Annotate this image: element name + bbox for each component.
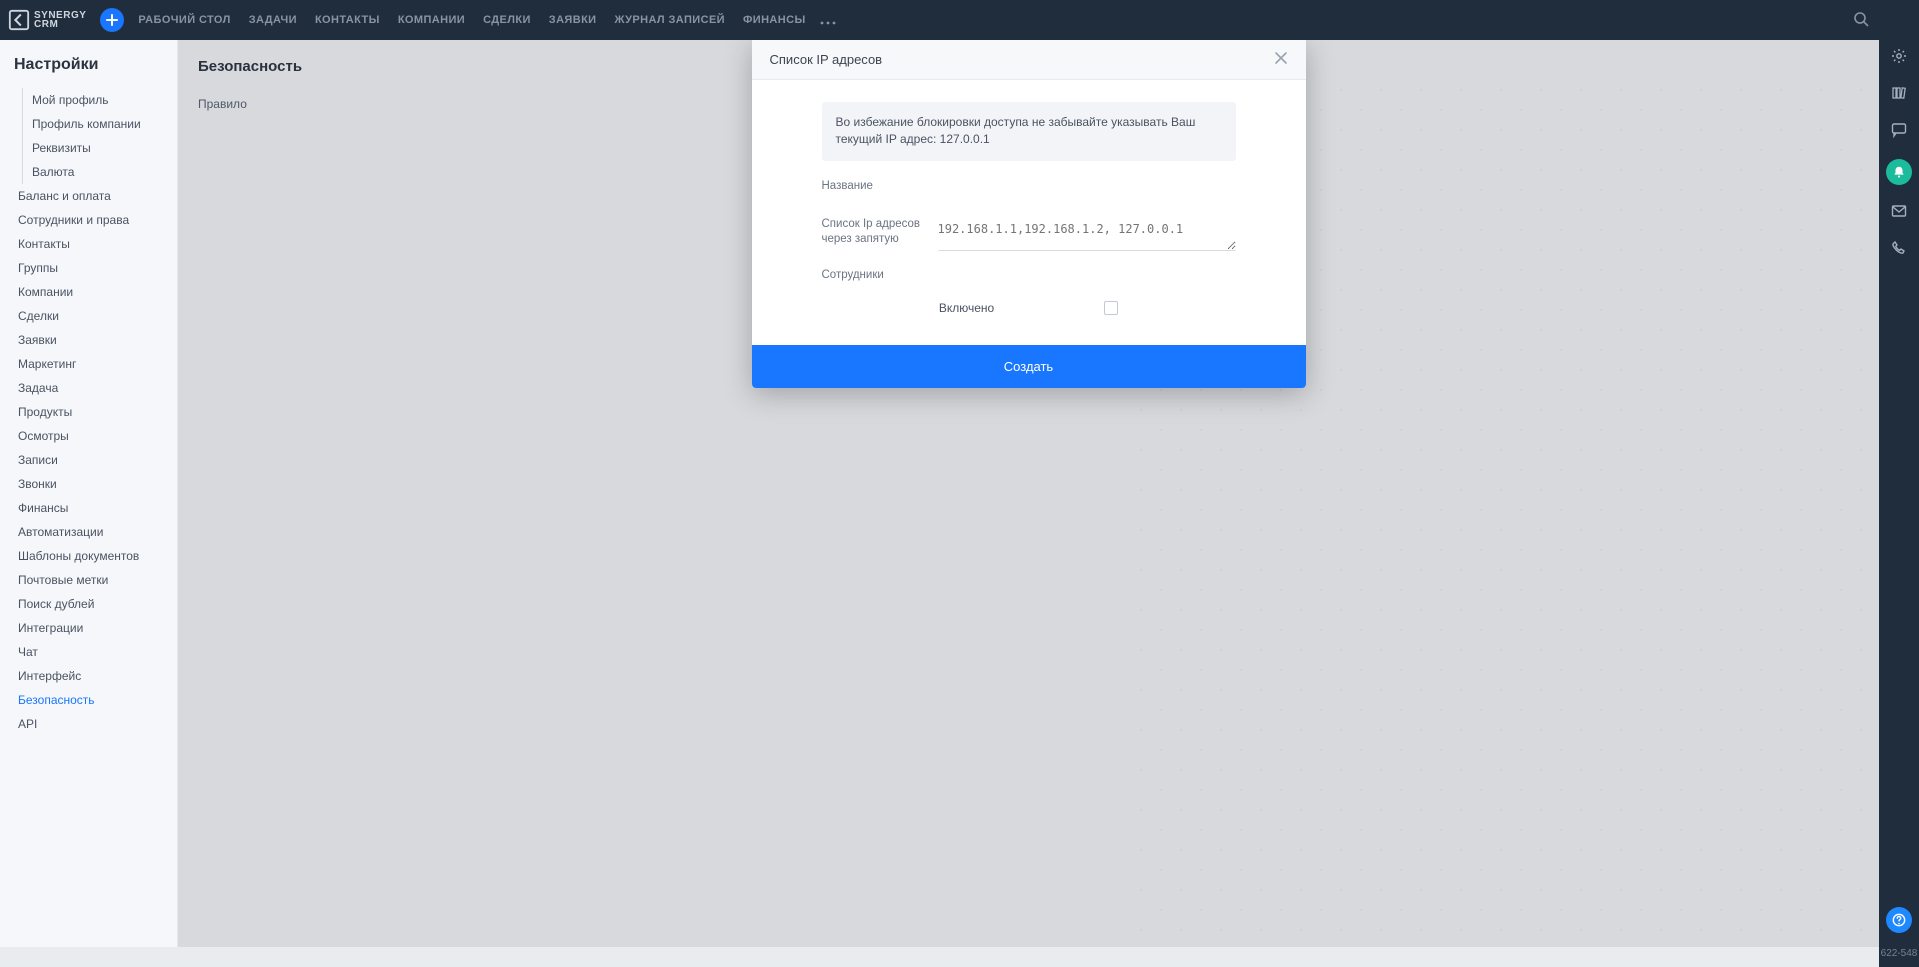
sidebar-item-22[interactable]: API: [0, 712, 177, 736]
modal-title: Список IP адресов: [770, 52, 883, 67]
bell-icon: [1892, 165, 1906, 179]
sidebar-item-18[interactable]: Интеграции: [0, 616, 177, 640]
modal-close-button[interactable]: [1274, 51, 1288, 68]
enabled-label: Включено: [939, 301, 994, 315]
content: Безопасность Правило Список IP адресов В…: [178, 40, 1879, 947]
sidebar-item-16[interactable]: Почтовые метки: [0, 568, 177, 592]
book-icon: [1891, 85, 1907, 101]
topnav-item-5[interactable]: ЗАЯВКИ: [549, 14, 597, 26]
add-button[interactable]: [100, 8, 124, 32]
field-name-input[interactable]: [938, 179, 1236, 203]
logo-icon: [8, 9, 30, 31]
sidebar-item-9[interactable]: Продукты: [0, 400, 177, 424]
sidebar-item-12[interactable]: Звонки: [0, 472, 177, 496]
modal-submit-button[interactable]: Создать: [752, 345, 1306, 388]
topnav-item-2[interactable]: КОНТАКТЫ: [315, 14, 380, 26]
topnav-item-7[interactable]: ФИНАНСЫ: [743, 14, 806, 26]
right-rail: 622-548: [1879, 0, 1919, 967]
sidebar-item-4[interactable]: Компании: [0, 280, 177, 304]
field-iplist-label: Список Ip адресов через запятую: [822, 217, 922, 248]
logo[interactable]: SYNERGY CRM: [8, 9, 86, 31]
search-icon: [1853, 11, 1869, 27]
sidebar-sub-1[interactable]: Профиль компании: [0, 112, 177, 136]
sidebar-item-19[interactable]: Чат: [0, 640, 177, 664]
sidebar-item-15[interactable]: Шаблоны документов: [0, 544, 177, 568]
rail-settings[interactable]: [1891, 48, 1907, 67]
chat-icon: [1891, 122, 1907, 138]
top-bar: SYNERGY CRM РАБОЧИЙ СТОЛ ЗАДАЧИ КОНТАКТЫ КО…: [0, 0, 1919, 40]
rail-chat[interactable]: [1891, 122, 1907, 141]
sidebar-item-20[interactable]: Интерфейс: [0, 664, 177, 688]
sidebar-item-0[interactable]: Баланс и оплата: [0, 184, 177, 208]
sidebar-item-13[interactable]: Финансы: [0, 496, 177, 520]
sidebar-item-6[interactable]: Заявки: [0, 328, 177, 352]
help-icon: [1892, 913, 1906, 927]
rail-help[interactable]: [1886, 907, 1912, 933]
topnav-item-0[interactable]: РАБОЧИЙ СТОЛ: [138, 14, 230, 26]
mail-icon: [1891, 203, 1907, 219]
rail-version: 622-548: [1881, 948, 1918, 959]
search-button[interactable]: [1853, 11, 1869, 30]
sidebar-item-8[interactable]: Задача: [0, 376, 177, 400]
bottom-strip: [0, 947, 1879, 967]
sidebar-item-17[interactable]: Поиск дублей: [0, 592, 177, 616]
topnav-item-4[interactable]: СДЕЛКИ: [483, 14, 531, 26]
rail-notifications[interactable]: [1886, 159, 1912, 185]
field-name-label: Название: [822, 179, 922, 195]
gear-icon: [1891, 48, 1907, 64]
topnav-item-3[interactable]: КОМПАНИИ: [398, 14, 465, 26]
close-icon: [1274, 51, 1288, 65]
sidebar-sub-3[interactable]: Валюта: [0, 160, 177, 184]
sidebar-item-14[interactable]: Автоматизации: [0, 520, 177, 544]
top-nav: РАБОЧИЙ СТОЛ ЗАДАЧИ КОНТАКТЫ КОМПАНИИ СДЕЛКИ…: [138, 14, 805, 26]
sidebar-item-1[interactable]: Сотрудники и права: [0, 208, 177, 232]
sidebar-title: Настройки: [0, 56, 177, 88]
sidebar-item-5[interactable]: Сделки: [0, 304, 177, 328]
sidebar-sub-0[interactable]: Мой профиль: [0, 88, 177, 112]
sidebar: Настройки Мой профильПрофиль компанииРек…: [0, 40, 178, 947]
enabled-checkbox[interactable]: [1104, 301, 1118, 315]
topnav-item-1[interactable]: ЗАДАЧИ: [249, 14, 297, 26]
more-icon: [820, 21, 836, 25]
rail-mail[interactable]: [1891, 203, 1907, 222]
top-nav-more[interactable]: [820, 13, 836, 28]
rail-library[interactable]: [1891, 85, 1907, 104]
sidebar-item-10[interactable]: Осмотры: [0, 424, 177, 448]
topnav-item-6[interactable]: ЖУРНАЛ ЗАПИСЕЙ: [615, 14, 725, 26]
modal-ip-list: Список IP адресов Во избежание блокировк…: [752, 40, 1306, 388]
sidebar-sub-2[interactable]: Реквизиты: [0, 136, 177, 160]
phone-icon: [1891, 240, 1907, 256]
field-iplist-input[interactable]: [938, 217, 1236, 251]
rail-phone[interactable]: [1891, 240, 1907, 259]
logo-text-2: CRM: [34, 20, 86, 29]
field-employees-label: Сотрудники: [822, 268, 922, 284]
modal-warning: Во избежание блокировки доступа не забыв…: [822, 102, 1236, 161]
sidebar-item-21[interactable]: Безопасность: [0, 688, 177, 712]
sidebar-item-3[interactable]: Группы: [0, 256, 177, 280]
sidebar-item-7[interactable]: Маркетинг: [0, 352, 177, 376]
plus-icon: [106, 14, 118, 26]
sidebar-item-2[interactable]: Контакты: [0, 232, 177, 256]
sidebar-item-11[interactable]: Записи: [0, 448, 177, 472]
